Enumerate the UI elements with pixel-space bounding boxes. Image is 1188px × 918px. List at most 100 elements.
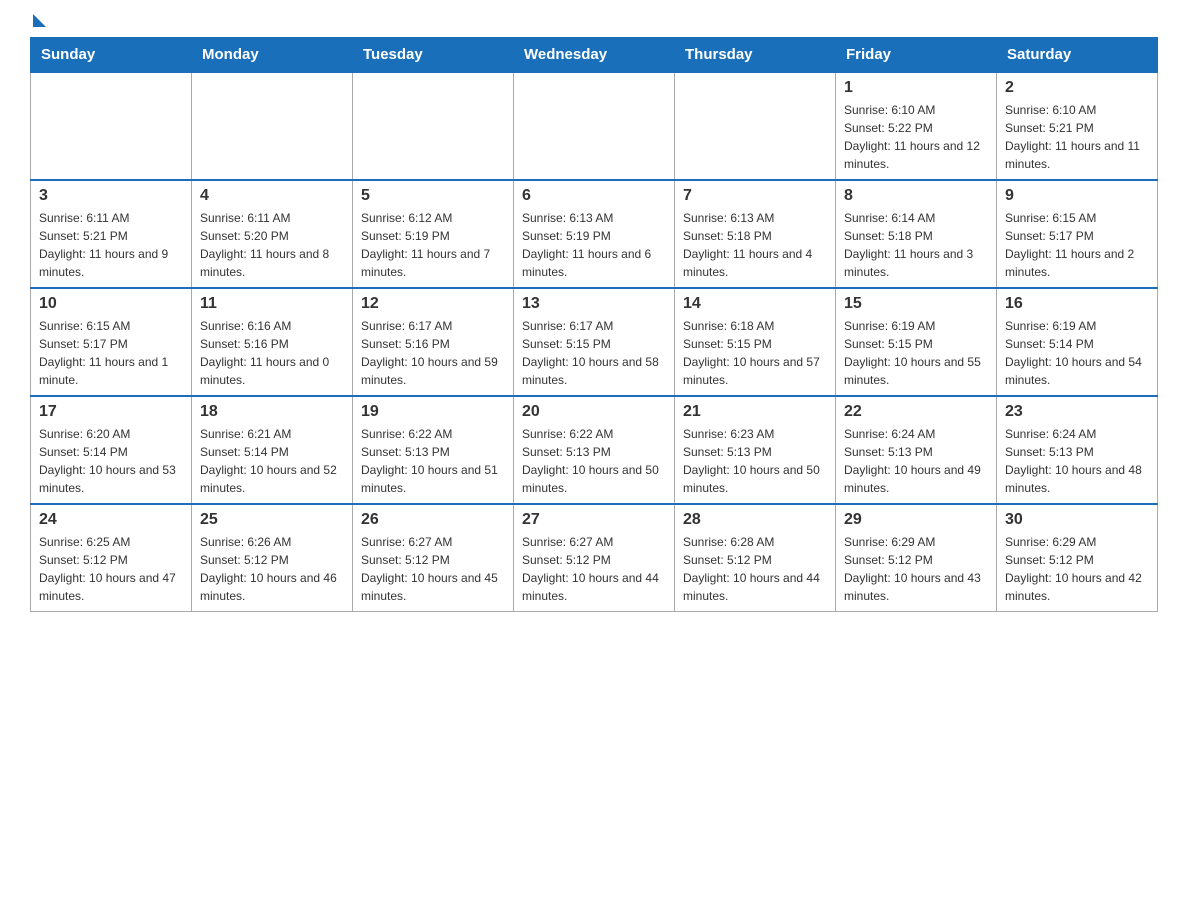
day-number: 8 — [844, 187, 988, 205]
day-header-monday: Monday — [192, 38, 353, 73]
day-number: 24 — [39, 511, 183, 529]
cell-sun-info: Sunrise: 6:28 AM Sunset: 5:12 PM Dayligh… — [683, 533, 827, 605]
calendar-cell: 22 Sunrise: 6:24 AM Sunset: 5:13 PM Dayli… — [836, 396, 997, 504]
cell-sun-info: Sunrise: 6:14 AM Sunset: 5:18 PM Dayligh… — [844, 209, 988, 281]
calendar-cell — [353, 72, 514, 180]
cell-sun-info: Sunrise: 6:27 AM Sunset: 5:12 PM Dayligh… — [522, 533, 666, 605]
cell-sun-info: Sunrise: 6:20 AM Sunset: 5:14 PM Dayligh… — [39, 425, 183, 497]
cell-sun-info: Sunrise: 6:15 AM Sunset: 5:17 PM Dayligh… — [39, 317, 183, 389]
day-number: 14 — [683, 295, 827, 313]
cell-sun-info: Sunrise: 6:18 AM Sunset: 5:15 PM Dayligh… — [683, 317, 827, 389]
cell-sun-info: Sunrise: 6:25 AM Sunset: 5:12 PM Dayligh… — [39, 533, 183, 605]
days-of-week-row: SundayMondayTuesdayWednesdayThursdayFrid… — [31, 38, 1158, 73]
week-row-1: 1 Sunrise: 6:10 AM Sunset: 5:22 PM Daylig… — [31, 72, 1158, 180]
cell-sun-info: Sunrise: 6:17 AM Sunset: 5:15 PM Dayligh… — [522, 317, 666, 389]
cell-sun-info: Sunrise: 6:27 AM Sunset: 5:12 PM Dayligh… — [361, 533, 505, 605]
day-number: 11 — [200, 295, 344, 313]
day-number: 9 — [1005, 187, 1149, 205]
week-row-5: 24 Sunrise: 6:25 AM Sunset: 5:12 PM Dayli… — [31, 504, 1158, 612]
cell-sun-info: Sunrise: 6:26 AM Sunset: 5:12 PM Dayligh… — [200, 533, 344, 605]
calendar-cell: 21 Sunrise: 6:23 AM Sunset: 5:13 PM Dayli… — [675, 396, 836, 504]
calendar-cell: 6 Sunrise: 6:13 AM Sunset: 5:19 PM Daylig… — [514, 180, 675, 288]
calendar-cell: 30Sunrise: 6:29 AM Sunset: 5:12 PM Dayli… — [997, 504, 1158, 612]
calendar-cell: 27 Sunrise: 6:27 AM Sunset: 5:12 PM Dayli… — [514, 504, 675, 612]
page-header — [30, 20, 1158, 27]
calendar-cell: 10 Sunrise: 6:15 AM Sunset: 5:17 PM Dayli… — [31, 288, 192, 396]
day-number: 26 — [361, 511, 505, 529]
logo-arrow-icon — [33, 14, 46, 27]
calendar-cell: 2Sunrise: 6:10 AM Sunset: 5:21 PM Daylig… — [997, 72, 1158, 180]
cell-sun-info: Sunrise: 6:29 AM Sunset: 5:12 PM Dayligh… — [844, 533, 988, 605]
calendar-table: SundayMondayTuesdayWednesdayThursdayFrid… — [30, 37, 1158, 612]
day-number: 19 — [361, 403, 505, 421]
calendar-cell — [675, 72, 836, 180]
day-number: 1 — [844, 79, 988, 97]
cell-sun-info: Sunrise: 6:22 AM Sunset: 5:13 PM Dayligh… — [522, 425, 666, 497]
calendar-cell: 19 Sunrise: 6:22 AM Sunset: 5:13 PM Dayli… — [353, 396, 514, 504]
day-number: 5 — [361, 187, 505, 205]
cell-sun-info: Sunrise: 6:17 AM Sunset: 5:16 PM Dayligh… — [361, 317, 505, 389]
calendar-cell — [514, 72, 675, 180]
day-header-thursday: Thursday — [675, 38, 836, 73]
cell-sun-info: Sunrise: 6:10 AM Sunset: 5:21 PM Dayligh… — [1005, 101, 1149, 173]
day-number: 21 — [683, 403, 827, 421]
calendar-cell: 20 Sunrise: 6:22 AM Sunset: 5:13 PM Dayli… — [514, 396, 675, 504]
calendar-cell — [31, 72, 192, 180]
day-number: 6 — [522, 187, 666, 205]
calendar-cell: 13 Sunrise: 6:17 AM Sunset: 5:15 PM Dayli… — [514, 288, 675, 396]
cell-sun-info: Sunrise: 6:11 AM Sunset: 5:20 PM Dayligh… — [200, 209, 344, 281]
calendar-cell — [192, 72, 353, 180]
calendar-cell: 25 Sunrise: 6:26 AM Sunset: 5:12 PM Dayli… — [192, 504, 353, 612]
day-number: 3 — [39, 187, 183, 205]
cell-sun-info: Sunrise: 6:21 AM Sunset: 5:14 PM Dayligh… — [200, 425, 344, 497]
day-number: 16 — [1005, 295, 1149, 313]
day-number: 22 — [844, 403, 988, 421]
day-number: 12 — [361, 295, 505, 313]
week-row-2: 3 Sunrise: 6:11 AM Sunset: 5:21 PM Daylig… — [31, 180, 1158, 288]
calendar-cell: 11 Sunrise: 6:16 AM Sunset: 5:16 PM Dayli… — [192, 288, 353, 396]
calendar-cell: 16 Sunrise: 6:19 AM Sunset: 5:14 PM Dayli… — [997, 288, 1158, 396]
day-number: 20 — [522, 403, 666, 421]
cell-sun-info: Sunrise: 6:19 AM Sunset: 5:14 PM Dayligh… — [1005, 317, 1149, 389]
day-number: 10 — [39, 295, 183, 313]
cell-sun-info: Sunrise: 6:13 AM Sunset: 5:18 PM Dayligh… — [683, 209, 827, 281]
week-row-3: 10 Sunrise: 6:15 AM Sunset: 5:17 PM Dayli… — [31, 288, 1158, 396]
calendar-cell: 4Sunrise: 6:11 AM Sunset: 5:20 PM Daylig… — [192, 180, 353, 288]
calendar-cell: 5 Sunrise: 6:12 AM Sunset: 5:19 PM Daylig… — [353, 180, 514, 288]
calendar-cell: 18 Sunrise: 6:21 AM Sunset: 5:14 PM Dayli… — [192, 396, 353, 504]
cell-sun-info: Sunrise: 6:19 AM Sunset: 5:15 PM Dayligh… — [844, 317, 988, 389]
cell-sun-info: Sunrise: 6:23 AM Sunset: 5:13 PM Dayligh… — [683, 425, 827, 497]
cell-sun-info: Sunrise: 6:12 AM Sunset: 5:19 PM Dayligh… — [361, 209, 505, 281]
day-number: 7 — [683, 187, 827, 205]
logo — [30, 20, 46, 27]
week-row-4: 17Sunrise: 6:20 AM Sunset: 5:14 PM Dayli… — [31, 396, 1158, 504]
calendar-cell: 26 Sunrise: 6:27 AM Sunset: 5:12 PM Dayli… — [353, 504, 514, 612]
day-number: 28 — [683, 511, 827, 529]
day-number: 30 — [1005, 511, 1149, 529]
calendar-cell: 17Sunrise: 6:20 AM Sunset: 5:14 PM Dayli… — [31, 396, 192, 504]
day-number: 15 — [844, 295, 988, 313]
day-number: 13 — [522, 295, 666, 313]
cell-sun-info: Sunrise: 6:22 AM Sunset: 5:13 PM Dayligh… — [361, 425, 505, 497]
calendar-cell: 15 Sunrise: 6:19 AM Sunset: 5:15 PM Dayli… — [836, 288, 997, 396]
day-number: 29 — [844, 511, 988, 529]
day-number: 27 — [522, 511, 666, 529]
calendar-cell: 28 Sunrise: 6:28 AM Sunset: 5:12 PM Dayli… — [675, 504, 836, 612]
day-number: 18 — [200, 403, 344, 421]
calendar-cell: 12 Sunrise: 6:17 AM Sunset: 5:16 PM Dayli… — [353, 288, 514, 396]
calendar-cell: 9Sunrise: 6:15 AM Sunset: 5:17 PM Daylig… — [997, 180, 1158, 288]
day-header-friday: Friday — [836, 38, 997, 73]
cell-sun-info: Sunrise: 6:24 AM Sunset: 5:13 PM Dayligh… — [1005, 425, 1149, 497]
cell-sun-info: Sunrise: 6:24 AM Sunset: 5:13 PM Dayligh… — [844, 425, 988, 497]
day-header-wednesday: Wednesday — [514, 38, 675, 73]
day-header-sunday: Sunday — [31, 38, 192, 73]
calendar-cell: 14 Sunrise: 6:18 AM Sunset: 5:15 PM Dayli… — [675, 288, 836, 396]
cell-sun-info: Sunrise: 6:13 AM Sunset: 5:19 PM Dayligh… — [522, 209, 666, 281]
cell-sun-info: Sunrise: 6:16 AM Sunset: 5:16 PM Dayligh… — [200, 317, 344, 389]
calendar-cell: 3 Sunrise: 6:11 AM Sunset: 5:21 PM Daylig… — [31, 180, 192, 288]
day-number: 23 — [1005, 403, 1149, 421]
cell-sun-info: Sunrise: 6:10 AM Sunset: 5:22 PM Dayligh… — [844, 101, 988, 173]
cell-sun-info: Sunrise: 6:11 AM Sunset: 5:21 PM Dayligh… — [39, 209, 183, 281]
day-number: 25 — [200, 511, 344, 529]
calendar-cell: 23 Sunrise: 6:24 AM Sunset: 5:13 PM Dayli… — [997, 396, 1158, 504]
